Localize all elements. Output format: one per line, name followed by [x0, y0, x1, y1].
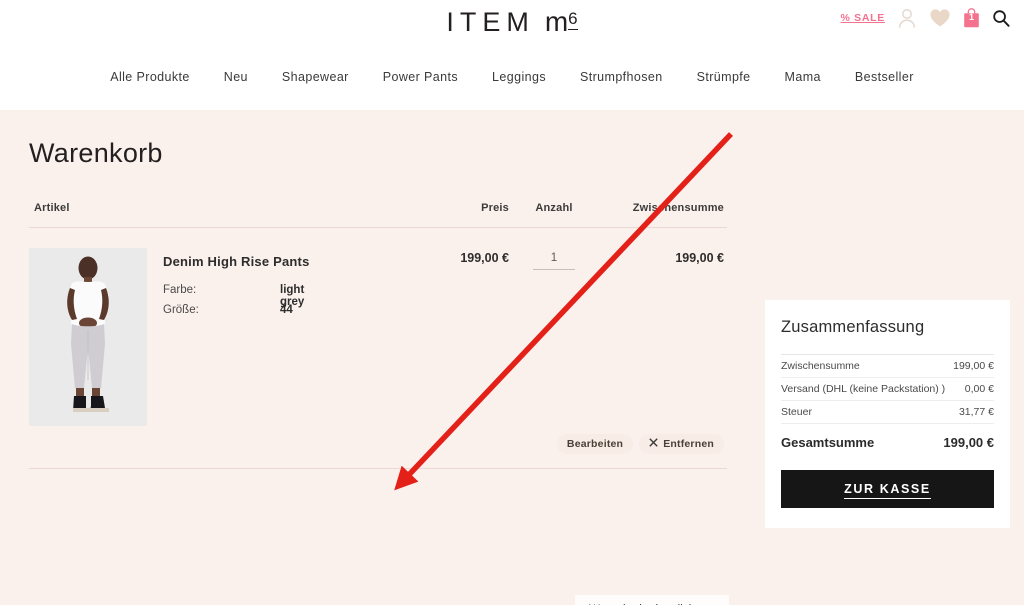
site-header: ITEM m6 % SALE 1 Alle Produkte Neu Shape…	[0, 0, 1024, 110]
nav-item-shapewear[interactable]: Shapewear	[265, 70, 366, 84]
summary-value-versand: 0,00 €	[964, 383, 994, 395]
search-icon[interactable]	[992, 9, 1010, 27]
summary-total-value: 199,00 €	[943, 434, 994, 450]
checkout-button-label: ZUR KASSE	[844, 482, 931, 499]
summary-label-versand: Versand (DHL (keine Packstation) )	[781, 383, 946, 395]
edit-item-button[interactable]: Bearbeiten	[556, 434, 634, 454]
cart-divider	[29, 468, 727, 469]
sale-link[interactable]: % SALE	[841, 12, 885, 24]
shopping-bag-icon[interactable]: 1	[963, 8, 980, 28]
column-header-anzahl: Anzahl	[535, 202, 573, 214]
page-title: Warenkorb	[29, 138, 163, 168]
nav-item-mama[interactable]: Mama	[768, 70, 838, 84]
user-icon[interactable]	[897, 7, 917, 29]
summary-title: Zusammenfassung	[781, 318, 925, 336]
update-cart-button[interactable]: Warenkorb aktualisieren	[575, 595, 729, 605]
cart-count-badge: 1	[968, 12, 974, 22]
logo-text-item: ITEM	[446, 7, 535, 37]
page-root: ITEM m6 % SALE 1 Alle Produkte Neu Shape…	[0, 0, 1024, 605]
summary-line-versand: Versand (DHL (keine Packstation) ) 0,00 …	[781, 378, 994, 401]
product-thumbnail[interactable]	[29, 248, 147, 426]
summary-label-steuer: Steuer	[781, 406, 812, 418]
option-label-farbe: Farbe:	[163, 284, 197, 296]
quantity-input[interactable]	[533, 252, 575, 270]
nav-item-neu[interactable]: Neu	[207, 70, 265, 84]
table-row: Denim High Rise Pants Farbe: light grey …	[29, 228, 727, 454]
nav-item-power-pants[interactable]: Power Pants	[366, 70, 475, 84]
logo-text-m: m	[544, 6, 569, 37]
logo-text-six: 6	[568, 9, 578, 30]
main-content: Warenkorb Artikel Preis Anzahl Zwischens…	[0, 110, 1024, 605]
nav-item-alle-produkte[interactable]: Alle Produkte	[93, 70, 207, 84]
column-header-artikel: Artikel	[34, 202, 70, 214]
summary-line-zwischensumme: Zwischensumme 199,00 €	[781, 355, 994, 378]
nav-item-strumpfhosen[interactable]: Strumpfhosen	[563, 70, 680, 84]
option-value-groesse: 44	[280, 304, 293, 316]
checkout-button[interactable]: ZUR KASSE	[781, 470, 994, 508]
nav-item-bestseller[interactable]: Bestseller	[838, 70, 931, 84]
summary-label-zwischensumme: Zwischensumme	[781, 360, 860, 372]
product-subtotal: 199,00 €	[675, 251, 724, 265]
cart-table: Artikel Preis Anzahl Zwischensumme Denim…	[29, 202, 727, 454]
product-name[interactable]: Denim High Rise Pants	[163, 254, 310, 269]
quantity-field-wrapper	[519, 248, 589, 270]
column-header-zwischensumme: Zwischensumme	[632, 202, 724, 214]
column-header-preis: Preis	[481, 202, 509, 214]
remove-item-button[interactable]: Entfernen	[639, 434, 724, 454]
remove-item-label: Entfernen	[663, 438, 714, 450]
summary-line-steuer: Steuer 31,77 €	[781, 401, 994, 424]
nav-item-leggings[interactable]: Leggings	[475, 70, 563, 84]
main-navigation: Alle Produkte Neu Shapewear Power Pants …	[0, 70, 1024, 84]
cart-table-header: Artikel Preis Anzahl Zwischensumme	[29, 202, 727, 228]
close-x-icon	[649, 438, 658, 450]
nav-item-struempfe[interactable]: Strümpfe	[680, 70, 768, 84]
product-price: 199,00 €	[460, 251, 509, 265]
summary-total-row: Gesamtsumme 199,00 €	[781, 425, 994, 459]
row-action-group: Bearbeiten Entfernen	[556, 434, 724, 454]
order-summary-panel: Zusammenfassung Zwischensumme 199,00 € V…	[765, 300, 1010, 528]
summary-value-zwischensumme: 199,00 €	[953, 360, 994, 372]
summary-value-steuer: 31,77 €	[958, 406, 994, 418]
header-utility-bar: % SALE 1	[841, 6, 1010, 30]
summary-total-label: Gesamtsumme	[781, 434, 875, 450]
heart-icon[interactable]	[929, 8, 951, 28]
edit-item-label: Bearbeiten	[566, 438, 624, 450]
option-label-groesse: Größe:	[163, 304, 199, 316]
